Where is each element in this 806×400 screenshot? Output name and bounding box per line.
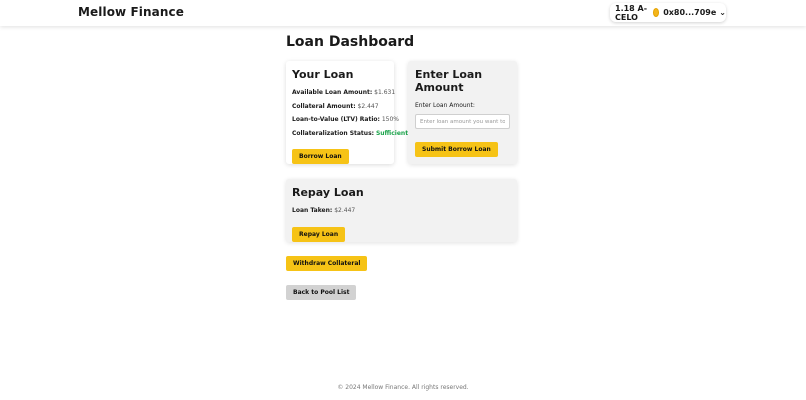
available-loan-label: Available Loan Amount: xyxy=(292,89,373,96)
top-navbar: Mellow Finance 1.18 A-CELO 0x80...709e ⌄ xyxy=(0,0,806,26)
footer-copyright: © 2024 Mellow Finance. All rights reserv… xyxy=(337,384,469,391)
collateralization-status-label: Collateralization Status: xyxy=(292,129,375,137)
withdraw-collateral-button[interactable]: Withdraw Collateral xyxy=(286,256,368,271)
ltv-value: 150% xyxy=(381,116,399,123)
page-title: Loan Dashboard xyxy=(286,34,415,50)
brand-logo-text[interactable]: Mellow Finance xyxy=(78,5,184,19)
status-badge: Sufficient xyxy=(375,129,409,137)
your-loan-card: Your Loan Available Loan Amount: $1.631 … xyxy=(286,61,408,164)
collateral-label: Collateral Amount: xyxy=(292,102,356,110)
repay-loan-title: Repay Loan xyxy=(292,186,364,199)
available-loan-row: Available Loan Amount: $1.631 xyxy=(292,89,395,97)
collateral-row: Collateral Amount: $2.447 xyxy=(292,103,388,111)
loan-amount-label: Enter Loan Amount: xyxy=(415,102,475,109)
chevron-down-icon: ⌄ xyxy=(719,8,726,17)
wallet-button[interactable]: 1.18 A-CELO 0x80...709e ⌄ xyxy=(610,3,726,22)
repay-loan-button[interactable]: Repay Loan xyxy=(292,226,346,242)
enter-loan-card: Enter Loan Amount Enter Loan Amount: Sub… xyxy=(408,61,517,164)
enter-loan-title: Enter Loan Amount xyxy=(415,68,483,94)
repay-loan-card: Repay Loan Loan Taken: $2.447 Repay Loan xyxy=(286,179,517,242)
wallet-address: 0x80...709e xyxy=(663,8,717,17)
back-to-pool-list-button[interactable]: Back to Pool List xyxy=(286,285,357,300)
loan-taken-label: Loan Taken: xyxy=(292,207,333,214)
ltv-label: Loan-to-Value (LTV) Ratio: xyxy=(292,116,380,123)
borrow-loan-button[interactable]: Borrow Loan xyxy=(292,149,349,164)
your-loan-title: Your Loan xyxy=(292,68,354,81)
loan-taken-row: Loan Taken: $2.447 xyxy=(292,207,511,215)
submit-borrow-loan-button[interactable]: Submit Borrow Loan xyxy=(415,142,498,157)
loan-amount-input[interactable] xyxy=(415,114,510,129)
celo-coin-icon xyxy=(653,8,660,17)
collateral-value: $2.447 xyxy=(357,102,379,110)
loan-taken-value: $2.447 xyxy=(334,207,356,214)
ltv-row: Loan-to-Value (LTV) Ratio: 150% xyxy=(292,116,399,124)
available-loan-value: $1.631 xyxy=(374,89,396,96)
collateralization-status-row: Collateralization Status: Sufficient xyxy=(292,129,408,138)
wallet-balance: 1.18 A-CELO xyxy=(615,3,648,22)
